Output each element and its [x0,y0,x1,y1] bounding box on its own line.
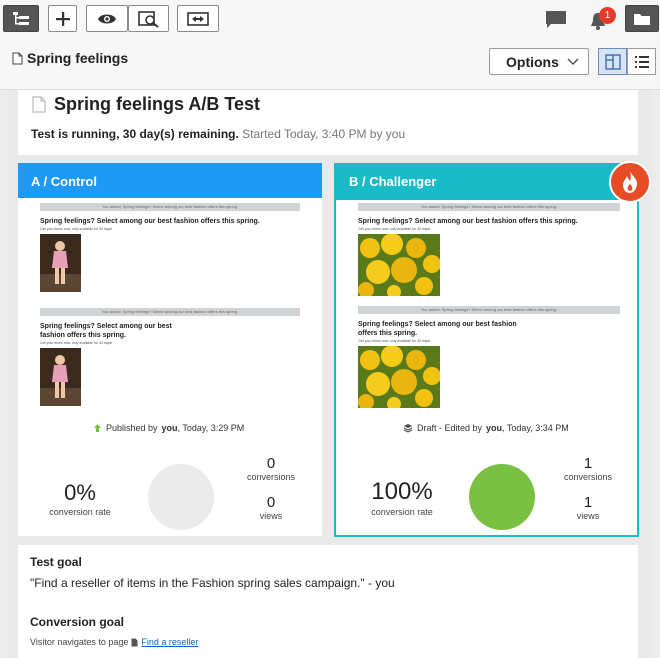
swap-arrows-icon [187,11,209,26]
test-summary-card: Spring feelings A/B Test Test is running… [18,90,638,155]
tulips-image [358,233,441,299]
published-time: , Today, 3:29 PM [177,423,245,433]
goals-card: Test goal "Find a reseller of items in t… [18,545,638,658]
test-goal-text: "Find a reseller of items in the Fashion… [30,576,395,590]
page-title: Spring feelings A/B Test [32,94,260,115]
preview-headline: Spring feelings? Select among our best f… [40,323,172,339]
conversions-label: conversions [563,472,613,482]
test-started: Started Today, 3:40 PM by you [242,127,406,141]
conversion-rate-value: 100% [371,478,433,505]
preview-banner: You asked: Spring feelings? Select among… [40,203,300,211]
preview-headline: Spring feelings? Select among our best f… [358,218,578,225]
fashion-image [40,234,81,292]
draft-prefix: Draft - Edited by [417,423,483,433]
preview-banner: You asked: Spring feelings? Select among… [358,203,620,211]
compare-view-button[interactable] [128,5,169,32]
test-title: Spring feelings A/B Test [54,94,261,114]
conversions-label: conversions [246,472,296,482]
variant-a-views: 0 views [236,494,306,521]
views-label: views [576,511,600,521]
breadcrumb-title: Spring feelings [27,50,129,66]
variant-a-rate-circle [148,464,214,530]
navigation-tree-button[interactable] [3,5,39,32]
views-value: 1 [583,494,593,511]
variant-a-conversions: 0 conversions [236,455,306,482]
swap-button[interactable] [177,5,219,32]
tree-icon [13,11,29,25]
list-icon [634,55,649,68]
preview-button[interactable] [86,5,128,32]
views-value: 0 [266,494,276,511]
folder-icon [634,13,650,25]
preview-banner: You asked: Spring feelings? Select among… [358,306,620,314]
test-status-running: Test is running, 30 day(s) remaining. [31,127,239,141]
top-toolbar: 1 [0,0,660,38]
flame-badge [609,161,651,203]
eye-icon [98,14,116,23]
preview-subtext: Get your items now, only available for 3… [358,339,431,343]
test-goal-title: Test goal [30,555,82,569]
published-info: Published by you, Today, 3:29 PM [93,423,244,433]
conversion-goal: Visitor navigates to page Find a reselle… [30,637,198,647]
variant-b-header: B / Challenger [334,163,639,200]
page-icon [32,96,46,113]
preview-headline: Spring feelings? Select among our best f… [358,321,517,337]
draft-user: you [486,423,503,433]
variant-b-preview[interactable]: You asked: Spring feelings? Select among… [358,203,620,411]
preview-subtext: Get your items now, only available for 3… [40,227,113,231]
draft-time: , Today, 3:34 PM [502,423,569,433]
views-label: views [259,511,283,521]
plus-icon [55,11,70,26]
draft-info: Draft - Edited by you, Today, 3:34 PM [403,423,569,433]
conversion-rate-label: conversion rate [49,507,111,517]
breadcrumb[interactable]: Spring feelings [12,50,128,66]
variant-a-header: A / Control [18,163,322,198]
conversions-value: 0 [266,455,276,472]
page-icon [12,52,23,64]
folder-button[interactable] [625,5,659,32]
context-bar: Spring feelings Options [0,38,660,90]
options-label: Options [506,53,559,70]
preview-subtext: Get your items now, only available for 3… [358,227,431,231]
test-status: Test is running, 30 day(s) remaining. St… [31,127,405,141]
arrow-up-icon [94,424,101,432]
chevron-down-icon [567,58,579,66]
zoom-view-icon [137,10,159,28]
list-view-button[interactable] [627,48,656,75]
conversion-goal-prefix: Visitor navigates to page [30,637,129,647]
split-layout-icon [604,53,621,70]
preview-headline: Spring feelings? Select among our best f… [40,218,260,225]
page-icon [131,638,138,646]
published-prefix: Published by [106,423,158,433]
layers-icon [403,424,413,433]
variant-a-conversion-rate: 0% conversion rate [40,480,120,517]
fashion-image [40,348,81,406]
variant-b-conversion-rate: 100% conversion rate [362,478,442,517]
split-view-button[interactable] [598,48,627,75]
conversion-goal-title: Conversion goal [30,615,125,629]
find-reseller-link[interactable]: Find a reseller [141,637,198,647]
preview-subtext: Get your items now, only available for 3… [40,341,113,345]
variant-b-conversions: 1 conversions [553,455,623,482]
tulips-image [358,345,441,411]
chat-icon[interactable] [545,10,567,35]
conversions-value: 1 [583,455,593,472]
preview-banner: You asked: Spring feelings? Select among… [40,308,300,316]
add-button[interactable] [48,5,77,32]
flame-icon [623,171,638,193]
variant-b-views: 1 views [553,494,623,521]
published-user: you [161,423,178,433]
options-dropdown[interactable]: Options [489,48,589,75]
variant-a-preview[interactable]: You asked: Spring feelings? Select among… [40,203,300,408]
conversion-rate-label: conversion rate [371,507,433,517]
variant-b-rate-circle [469,464,535,530]
conversion-rate-value: 0% [64,480,96,505]
notification-badge: 1 [599,7,616,24]
